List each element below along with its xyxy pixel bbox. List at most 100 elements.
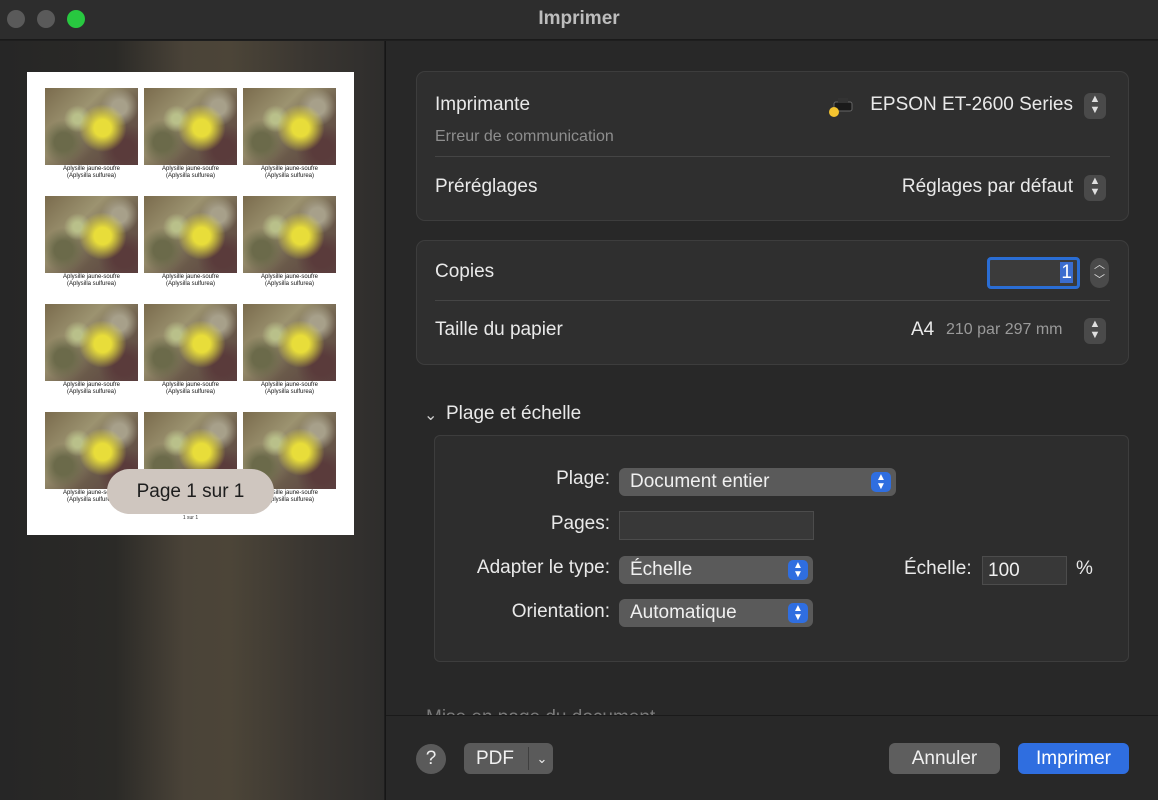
copies-label: Copies <box>435 261 495 282</box>
fit-type-value: Échelle <box>630 559 693 580</box>
copies-input[interactable]: 1 <box>987 257 1080 289</box>
divider <box>435 156 1110 157</box>
chevron-updown-icon: ▲ ▼ <box>871 472 891 492</box>
tile-caption: Aplysille jaune-soufre(Aplysilla sulfure… <box>144 166 237 180</box>
tile-caption: Aplysille jaune-soufre(Aplysilla sulfure… <box>144 274 237 288</box>
chevron-down-icon[interactable]: ⌄ <box>424 405 437 425</box>
preview-grid: Aplysille jaune-soufre (Aplysilla sulfure… <box>45 88 336 520</box>
tile-caption: Aplysille jaune-soufre(Aplysilla sulfure… <box>45 274 138 288</box>
sponge-photo <box>45 88 138 165</box>
tile-caption: Aplysille jaune-soufre(Aplysilla sulfure… <box>144 382 237 396</box>
preview-tile: Aplysille jaune-soufre(Aplysilla sulfure… <box>144 304 237 412</box>
paper-size-value[interactable]: A4 <box>911 319 934 341</box>
presets-label: Préréglages <box>435 176 538 197</box>
tile-caption: Aplysille jaune-soufre(Aplysilla sulfure… <box>243 382 336 396</box>
preview-pane: Aplysille jaune-soufre (Aplysilla sulfure… <box>0 41 384 800</box>
preview-tile: Aplysille jaune-soufre(Aplysilla sulfure… <box>243 196 336 304</box>
preview-tile: Aplysille jaune-soufre(Aplysilla sulfure… <box>45 88 138 196</box>
printer-status: Erreur de communication <box>435 128 614 145</box>
presets-select[interactable]: Réglages par défaut <box>902 176 1073 198</box>
preview-tile: Aplysille jaune-soufre(Aplysilla sulfure… <box>144 196 237 304</box>
printer-select[interactable]: EPSON ET-2600 Series <box>870 94 1073 116</box>
print-button[interactable]: Imprimer <box>1018 743 1129 774</box>
paper-dimensions: 210 par 297 mm <box>946 321 1063 338</box>
copies-stepper[interactable]: ︿ ﹀ <box>1090 258 1109 288</box>
range-label: Plage: <box>556 468 610 489</box>
sponge-photo <box>243 304 336 381</box>
sponge-photo <box>144 196 237 273</box>
range-scale-heading[interactable]: Plage et échelle <box>446 403 581 425</box>
caption-line1: Aplysille jaune-soufre <box>260 166 319 172</box>
caption-line1: Aplysille jaune-soufre <box>62 382 121 388</box>
sponge-photo <box>45 196 138 273</box>
preview-tile: Aplysille jaune-soufre(Aplysilla sulfure… <box>243 88 336 196</box>
pages-input[interactable] <box>619 511 814 540</box>
copies-card: Copies 1 ︿ ﹀ Taille du papier A4 210 par… <box>416 240 1129 365</box>
caption-line2: (Aplysilla sulfurea) <box>66 389 117 395</box>
fit-type-label: Adapter le type: <box>476 557 610 578</box>
caption-line1: Aplysille jaune-soufre <box>62 274 121 280</box>
caption-line2: (Aplysilla sulfurea) <box>66 173 117 179</box>
caption-line2: (Aplysilla sulfurea) <box>66 281 117 287</box>
sponge-photo <box>144 304 237 381</box>
caption-line1: Aplysille jaune-soufre <box>260 382 319 388</box>
presets-chevron-updown-icon[interactable]: ▲ ▼ <box>1084 175 1106 201</box>
caption-line1: Aplysille jaune-soufre <box>161 274 220 280</box>
document-layout-heading[interactable]: Mise en page du document <box>426 707 746 715</box>
page-indicator: Page 1 sur 1 <box>107 469 274 514</box>
caption-line2: (Aplysilla sulfurea) <box>264 389 315 395</box>
tile-caption: Aplysille jaune-soufre(Aplysilla sulfure… <box>243 274 336 288</box>
footer-divider <box>386 715 1158 716</box>
orientation-select[interactable]: Automatique ▲ ▼ <box>619 599 813 627</box>
orientation-label: Orientation: <box>511 601 610 622</box>
caption-line1: Aplysille jaune-soufre <box>62 166 121 172</box>
caption-line2: (Aplysilla sulfurea) <box>165 281 216 287</box>
caption-line2: (Aplysilla sulfurea) <box>165 389 216 395</box>
stepper-down-icon[interactable]: ﹀ <box>1090 273 1109 288</box>
divider <box>528 747 529 770</box>
fit-type-select[interactable]: Échelle ▲ ▼ <box>619 556 813 584</box>
tile-caption: Aplysille jaune-soufre(Aplysilla sulfure… <box>45 382 138 396</box>
caption-line1: Aplysille jaune-soufre <box>161 382 220 388</box>
pdf-menu-button[interactable]: PDF ⌄ <box>464 743 553 774</box>
copies-value: 1 <box>1060 262 1073 283</box>
sponge-photo <box>243 196 336 273</box>
scale-input[interactable]: 100 <box>982 556 1067 585</box>
window-title: Imprimer <box>538 8 620 29</box>
sponge-photo <box>45 304 138 381</box>
printer-chevron-updown-icon[interactable]: ▲ ▼ <box>1084 93 1106 119</box>
settings-pane: Imprimante EPSON ET-2600 Series ▲ ▼ Erreu… <box>385 41 1158 800</box>
help-button[interactable]: ? <box>416 744 446 774</box>
divider <box>435 300 1110 301</box>
caption-line2: (Aplysilla sulfurea) <box>264 281 315 287</box>
chevron-updown-icon: ▲ ▼ <box>788 560 808 580</box>
stepper-up-icon[interactable]: ︿ <box>1090 258 1109 273</box>
cancel-button[interactable]: Annuler <box>889 743 1000 774</box>
preview-tile: Aplysille jaune-soufre(Aplysilla sulfure… <box>144 88 237 196</box>
printer-label: Imprimante <box>435 94 531 115</box>
range-select[interactable]: Document entier ▲ ▼ <box>619 468 896 496</box>
printer-card: Imprimante EPSON ET-2600 Series ▲ ▼ Erreu… <box>416 71 1129 221</box>
sponge-photo <box>243 88 336 165</box>
page-footer: 1 sur 1 <box>182 515 199 521</box>
scale-unit: % <box>1076 558 1093 579</box>
title-bar: Imprimer <box>0 0 1158 40</box>
chevron-down-icon[interactable]: ⌄ <box>531 743 553 774</box>
paper-chevron-updown-icon[interactable]: ▲ ▼ <box>1084 318 1106 344</box>
caption-line1: Aplysille jaune-soufre <box>161 166 220 172</box>
caption-line2: (Aplysilla sulfurea) <box>264 173 315 179</box>
preview-tile: Aplysille jaune-soufre(Aplysilla sulfure… <box>45 304 138 412</box>
page-preview: Aplysille jaune-soufre (Aplysilla sulfure… <box>27 72 354 535</box>
printer-warning-icon <box>829 98 853 117</box>
preview-tile: Aplysille jaune-soufre(Aplysilla sulfure… <box>45 196 138 304</box>
preview-tile: Aplysille jaune-soufre(Aplysilla sulfure… <box>243 304 336 412</box>
tile-caption: Aplysille jaune-soufre(Aplysilla sulfure… <box>243 166 336 180</box>
chevron-updown-icon: ▲ ▼ <box>788 603 808 623</box>
orientation-value: Automatique <box>630 602 737 623</box>
pages-label: Pages: <box>550 513 610 534</box>
caption-line2: (Aplysilla sulfurea) <box>165 173 216 179</box>
scale-label: Échelle: <box>904 558 972 579</box>
sponge-photo <box>144 88 237 165</box>
range-scale-section: Plage: Document entier ▲ ▼ Pages: Adapter… <box>434 435 1129 662</box>
paper-size-label: Taille du papier <box>435 319 563 340</box>
